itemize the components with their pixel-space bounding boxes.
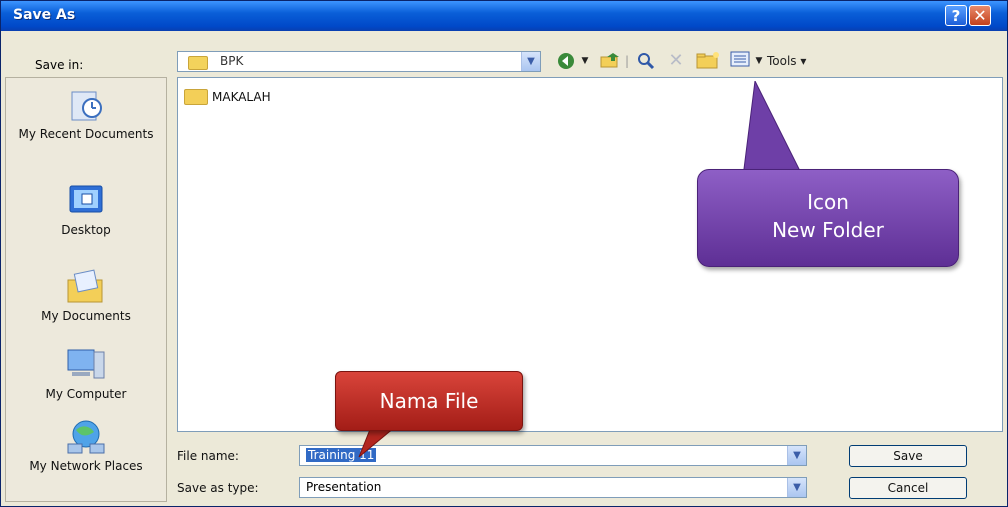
place-label: My Documents	[41, 309, 131, 323]
chevron-down-icon[interactable]: ▼	[787, 446, 806, 465]
place-my-documents[interactable]: My Documents	[6, 268, 166, 323]
back-dropdown-icon[interactable]: ▼	[579, 51, 591, 71]
save-as-type-label: Save as type:	[177, 481, 259, 495]
place-desktop[interactable]: Desktop	[6, 182, 166, 237]
my-computer-icon	[64, 346, 108, 384]
title-bar[interactable]: Save As ? ✕	[1, 1, 1007, 31]
file-name-callout-pointer	[358, 427, 396, 458]
cancel-button[interactable]: Cancel	[849, 477, 967, 499]
save-in-dropdown[interactable]: BPK ▼	[177, 51, 541, 72]
chevron-down-icon[interactable]: ▼	[787, 478, 806, 497]
place-my-network-places[interactable]: My Network Places	[6, 418, 166, 473]
place-label: Desktop	[61, 223, 111, 237]
list-item[interactable]: MAKALAH	[184, 88, 271, 106]
views-icon[interactable]	[727, 51, 753, 71]
chevron-down-icon[interactable]: ▼	[521, 52, 540, 71]
place-my-recent-documents[interactable]: My Recent Documents	[6, 86, 166, 141]
new-folder-icon[interactable]	[693, 51, 723, 71]
places-bar: My Recent Documents Desktop My Documents…	[5, 77, 167, 502]
place-label: My Recent Documents	[18, 127, 154, 141]
callout-line-1: Icon	[807, 190, 849, 214]
place-label: My Computer	[45, 387, 127, 401]
new-folder-callout-pointer	[742, 81, 804, 178]
toolbar-separator: |	[625, 54, 630, 68]
save-in-label: Save in:	[35, 58, 84, 72]
save-as-dialog: Save As ? ✕ Save in: BPK ▼ ▼ | ✕ ▼ Tools…	[0, 0, 1008, 507]
place-label: My Network Places	[29, 459, 143, 473]
delete-icon[interactable]: ✕	[663, 51, 689, 71]
callout-line-2: New Folder	[772, 218, 884, 242]
file-name: MAKALAH	[212, 90, 271, 104]
place-my-computer[interactable]: My Computer	[6, 346, 166, 401]
help-button[interactable]: ?	[945, 5, 967, 26]
up-folder-icon[interactable]	[597, 51, 623, 71]
save-in-path: BPK	[220, 54, 244, 68]
search-web-icon[interactable]	[633, 51, 659, 71]
save-as-type-value: Presentation	[306, 480, 382, 494]
tools-menu-label: Tools	[767, 54, 797, 68]
recent-documents-icon	[64, 86, 108, 124]
window-title: Save As	[13, 7, 76, 23]
my-documents-icon	[64, 268, 108, 306]
save-button[interactable]: Save	[849, 445, 967, 467]
tools-menu[interactable]: Tools ▾	[767, 51, 837, 71]
folder-icon	[184, 89, 208, 105]
close-button[interactable]: ✕	[969, 5, 991, 26]
file-name-label: File name:	[177, 449, 239, 463]
new-folder-callout: Icon New Folder	[697, 169, 959, 267]
back-icon[interactable]	[553, 51, 579, 71]
desktop-icon	[64, 182, 108, 220]
folder-icon	[188, 56, 208, 70]
file-name-callout: Nama File	[335, 371, 523, 431]
save-as-type-dropdown[interactable]: Presentation ▼	[299, 477, 807, 498]
views-dropdown-icon[interactable]: ▼	[753, 51, 765, 71]
network-places-icon	[64, 418, 108, 456]
